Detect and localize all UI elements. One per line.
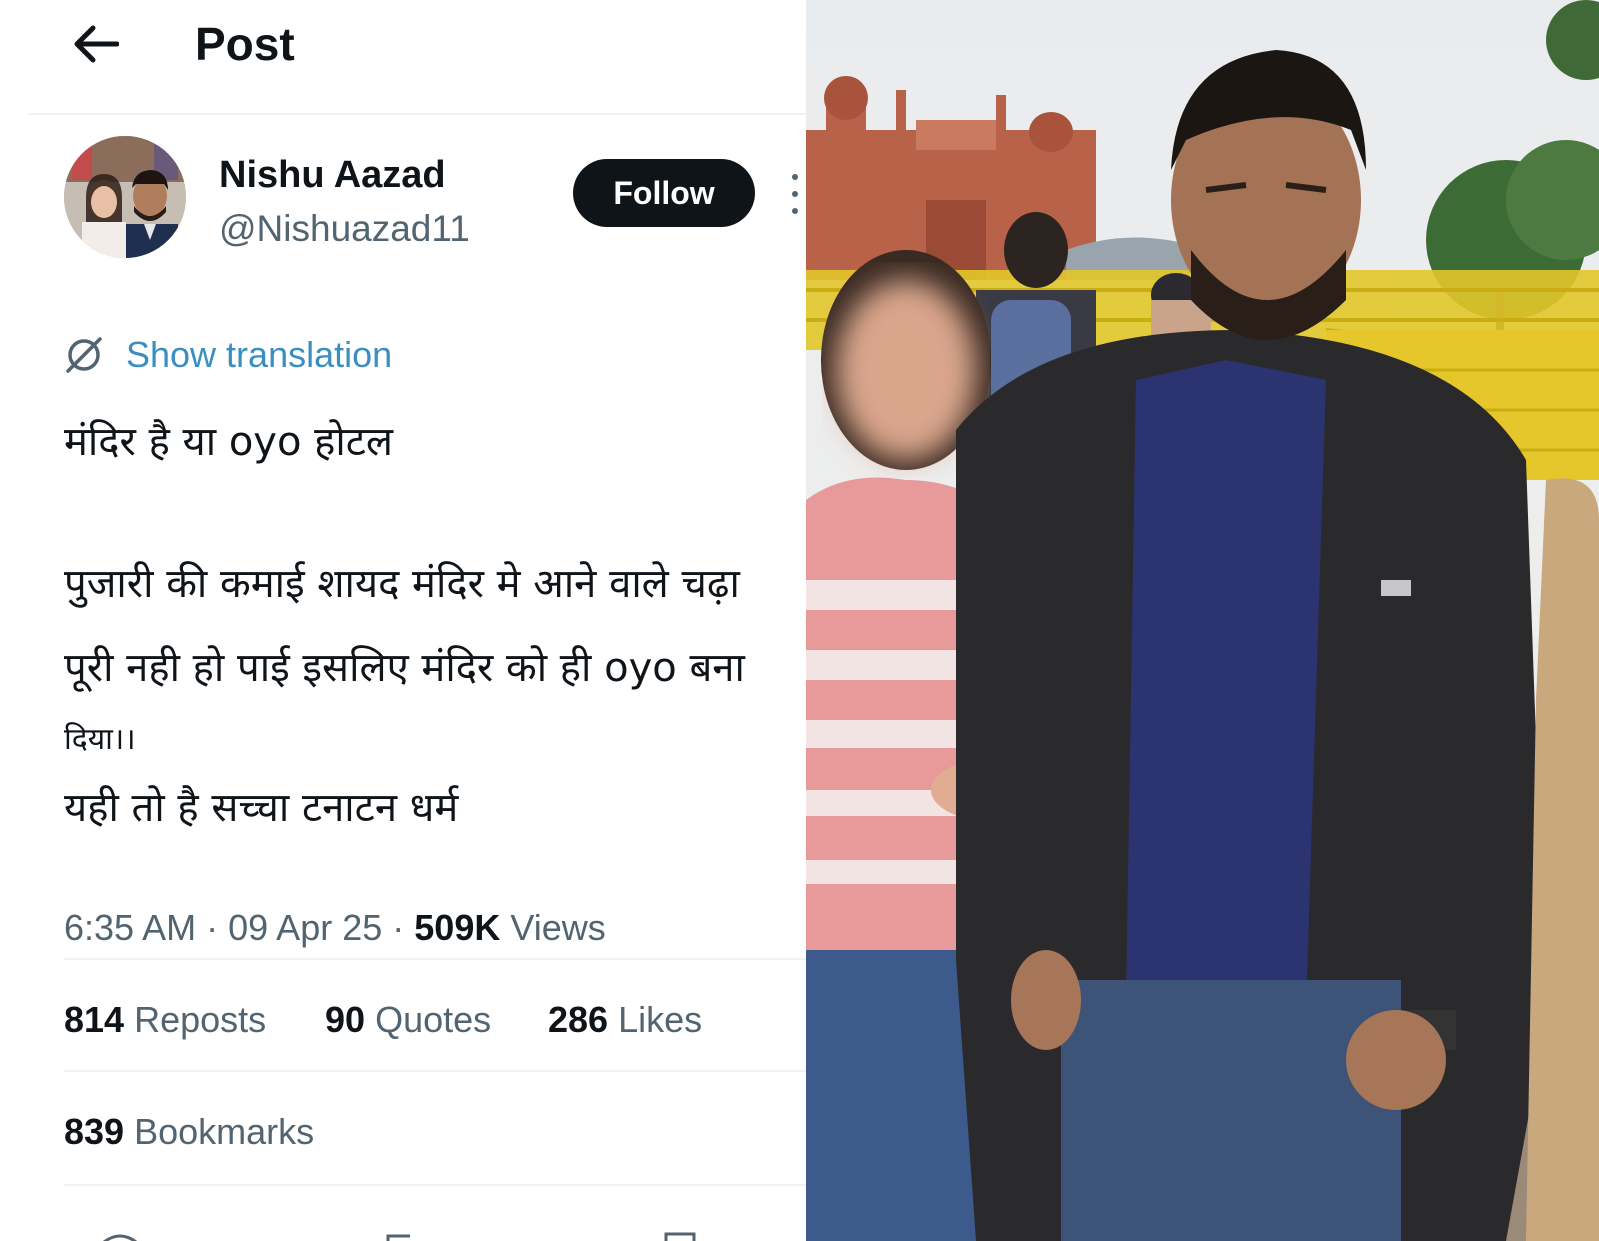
back-button[interactable]	[70, 18, 122, 70]
reposts-count: 814	[64, 999, 125, 1040]
author-handle[interactable]: @Nishuazad11	[219, 205, 470, 253]
header-divider	[28, 113, 806, 115]
top-bar: Post	[0, 0, 806, 114]
bookmarks-stat[interactable]: 839 Bookmarks	[64, 1108, 314, 1156]
reply-icon[interactable]	[100, 1228, 140, 1241]
divider	[64, 1184, 806, 1186]
bookmarks-label: Bookmarks	[134, 1111, 315, 1152]
reposts-label: Reposts	[134, 999, 267, 1040]
attached-photo	[806, 0, 1599, 1241]
repost-icon[interactable]	[380, 1228, 420, 1241]
tweet-panel: Post Nishu Aazad @Nishuazad11 Follow Sho…	[0, 0, 806, 1241]
tweet-text-line: यही तो है सच्चा टनाटन धर्म	[64, 785, 459, 831]
quotes-label: Quotes	[375, 999, 492, 1040]
post-time: 6:35 AM	[64, 907, 197, 948]
post-meta: 6:35 AM · 09 Apr 25 · 509K Views	[64, 904, 606, 952]
divider	[64, 1070, 806, 1072]
bookmarks-count: 839	[64, 1111, 125, 1152]
quotes-stat[interactable]: 90 Quotes	[325, 996, 491, 1044]
tweet-text-line: मंदिर है या oyo होटल	[64, 419, 394, 465]
likes-count: 286	[548, 999, 609, 1040]
tweet-text-line: पुजारी की कमाई शायद मंदिर मे आने वाले चढ…	[64, 561, 740, 607]
likes-label: Likes	[618, 999, 703, 1040]
show-translation-label: Show translation	[126, 334, 393, 375]
avatar[interactable]	[64, 136, 186, 258]
more-vertical-icon[interactable]	[790, 174, 800, 214]
bookmark-icon[interactable]	[660, 1228, 700, 1241]
show-translation-link[interactable]: Show translation	[64, 330, 392, 380]
follow-button[interactable]: Follow	[573, 159, 755, 227]
author-name[interactable]: Nishu Aazad	[219, 151, 446, 199]
tweet-text-line: पूरी नही हो पाई इसलिए मंदिर को ही oyo बन…	[64, 645, 745, 691]
arrow-left-icon	[74, 25, 119, 63]
post-date: 09 Apr 25	[228, 907, 383, 948]
avatar-photo	[64, 136, 186, 258]
reposts-stat[interactable]: 814 Reposts	[64, 996, 266, 1044]
views-count: 509K	[414, 907, 501, 948]
divider	[64, 958, 806, 960]
meta-separator: ·	[206, 907, 219, 948]
translate-icon	[66, 337, 102, 373]
page-title: Post	[195, 18, 295, 70]
likes-stat[interactable]: 286 Likes	[548, 996, 702, 1044]
quotes-count: 90	[325, 999, 366, 1040]
views-label: Views	[510, 907, 606, 948]
meta-separator: ·	[392, 907, 405, 948]
tweet-text-line: दिया।।	[64, 722, 136, 757]
